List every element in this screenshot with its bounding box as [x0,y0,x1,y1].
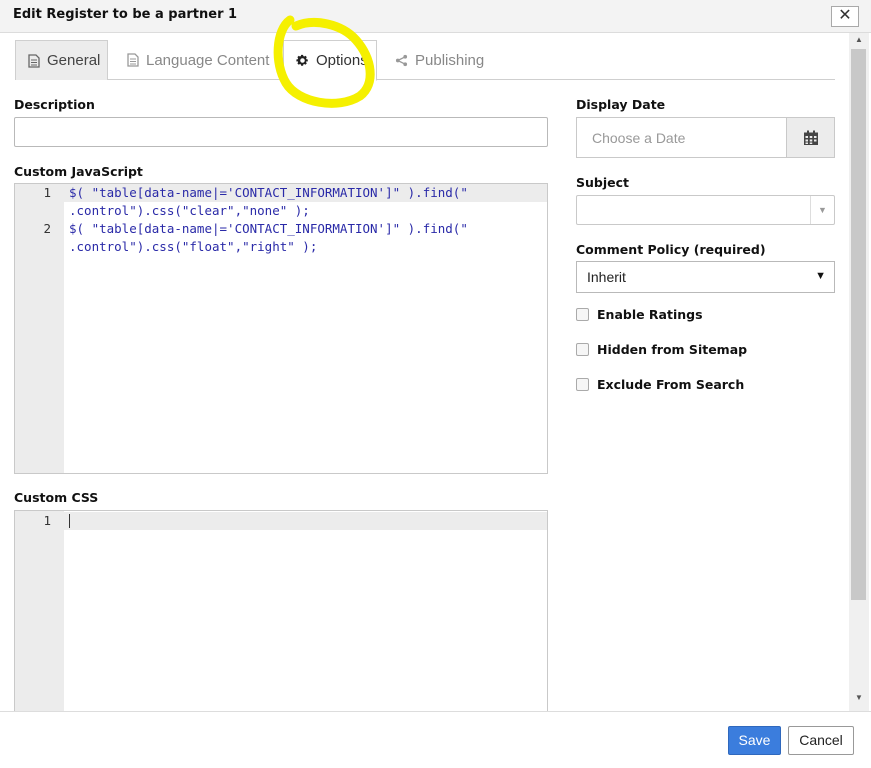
enable-ratings-checkbox[interactable] [576,308,589,321]
calendar-icon [803,130,818,145]
display-date-placeholder: Choose a Date [592,130,686,146]
hidden-from-sitemap-label: Hidden from Sitemap [597,342,748,357]
display-date-label: Display Date [576,97,666,112]
tab-options[interactable]: Options [283,40,377,81]
tab-bar: General Language Content Options Publish… [15,40,835,81]
active-line-highlight [64,512,547,530]
tab-language-content[interactable]: Language Content [115,40,285,80]
exclude-from-search-checkbox-row[interactable]: Exclude From Search [576,377,744,392]
editor-gutter [15,511,64,719]
custom-javascript-label: Custom JavaScript [14,164,143,179]
gear-icon [296,54,308,66]
dropdown-arrow-icon: ▼ [815,270,826,282]
line-number: 1 [43,513,51,528]
code-line-wrapped: .control").css("clear","none" ); [69,203,310,218]
dialog-title: Edit Register to be a partner 1 [13,7,238,22]
line-number: 1 [43,185,51,200]
tab-general[interactable]: General [15,40,108,80]
code-line-wrapped: .control").css("float","right" ); [69,239,318,254]
comment-policy-value: Inherit [587,269,626,285]
code-line: $( "table[data-name|='CONTACT_INFORMATIO… [69,185,468,200]
line-number: 2 [43,221,51,236]
code-line: $( "table[data-name|='CONTACT_INFORMATIO… [69,221,468,236]
exclude-from-search-checkbox[interactable] [576,378,589,391]
custom-javascript-editor[interactable]: 1 $( "table[data-name|='CONTACT_INFORMAT… [14,183,548,474]
cancel-button[interactable]: Cancel [788,726,854,755]
text-cursor [69,514,70,528]
hidden-from-sitemap-checkbox-row[interactable]: Hidden from Sitemap [576,342,747,357]
document-icon [127,53,139,67]
hidden-from-sitemap-checkbox[interactable] [576,343,589,356]
description-label: Description [14,97,95,112]
enable-ratings-label: Enable Ratings [597,307,703,322]
subject-label: Subject [576,175,629,190]
tab-general-label: General [47,52,101,69]
comment-policy-select[interactable]: Inherit ▼ [576,261,835,293]
exclude-from-search-label: Exclude From Search [597,377,745,392]
tab-language-content-label: Language Content [146,51,270,69]
vertical-scrollbar[interactable]: ▲ ▼ [849,33,869,711]
description-input[interactable] [14,117,548,147]
custom-css-editor[interactable]: 1 [14,510,548,720]
document-icon [28,53,40,68]
comment-policy-label: Comment Policy (required) [576,242,766,257]
custom-css-label: Custom CSS [14,490,99,505]
calendar-button[interactable] [786,118,834,157]
chevron-down-icon: ▼ [810,196,834,224]
scroll-thumb[interactable] [851,49,866,600]
share-icon [395,54,408,66]
close-icon: ✕ [838,7,852,24]
scroll-down-arrow-icon[interactable]: ▼ [849,693,869,707]
save-button[interactable]: Save [728,726,781,755]
enable-ratings-checkbox-row[interactable]: Enable Ratings [576,307,703,322]
tab-options-label: Options [316,52,368,69]
close-button[interactable]: ✕ [831,6,859,27]
tab-publishing-label: Publishing [415,51,485,69]
dialog-titlebar: Edit Register to be a partner 1 ✕ [0,0,871,33]
tab-publishing[interactable]: Publishing [383,40,493,80]
scroll-up-arrow-icon[interactable]: ▲ [849,35,869,49]
subject-select[interactable]: ▼ [576,195,835,225]
display-date-field[interactable]: Choose a Date [576,117,835,158]
